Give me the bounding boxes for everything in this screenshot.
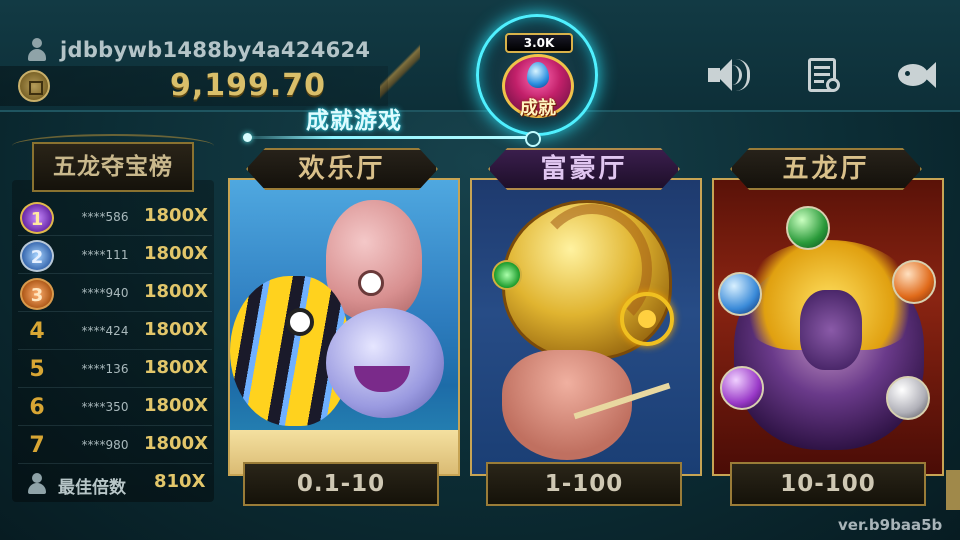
room-title-five-dragons: 五龙厅 [730, 148, 922, 190]
best-multiplier-value: 810X [154, 471, 206, 492]
achievement-game-link[interactable]: 成就游戏 [306, 101, 402, 135]
rank-number: 5 [29, 357, 45, 382]
target-center [638, 310, 656, 328]
leaderboard-row: 7 ****980 1800X [18, 428, 212, 464]
gem-icon [527, 62, 549, 88]
rank-medal-icon: 1 [20, 202, 54, 234]
coin-icon [18, 70, 50, 102]
player-info: jdbbywb1488by4a424624 [26, 38, 370, 62]
leaderboard-user: ****111 [81, 248, 129, 262]
leaderboard-multiplier: 1800X [144, 433, 208, 454]
leaderboard-multiplier: 1800X [144, 395, 208, 416]
corner-ornament [946, 470, 960, 510]
leaderboard-row: 1 ****586 1800X [18, 200, 212, 236]
pufferfish-character [326, 308, 444, 418]
leaderboard-multiplier: 1800X [144, 205, 208, 226]
room-card-happy[interactable] [228, 178, 460, 476]
room-card-five-dragons[interactable] [712, 178, 944, 476]
room-title-rich: 富豪厅 [488, 148, 680, 190]
squid-eye [358, 270, 384, 296]
leaderboard-user: ****350 [81, 400, 129, 414]
achievement-count: 3.0K [505, 33, 573, 53]
version-label: ver.b9baa5b [838, 516, 943, 534]
green-orb [786, 206, 830, 250]
pointer-dot-end [525, 131, 541, 147]
dragon-face [800, 290, 862, 370]
room-range-rich-button[interactable]: 1-100 [486, 462, 682, 506]
user-icon [28, 473, 46, 495]
leaderboard-title: 五龙夺宝榜 [32, 142, 194, 192]
leaderboard-multiplier: 1800X [144, 281, 208, 302]
leaderboard-user: ****980 [81, 438, 129, 452]
leaderboard-row: 2 ****111 1800X [18, 238, 212, 274]
balance-value: 9,199.70 [170, 68, 327, 103]
sound-icon[interactable] [708, 56, 750, 96]
orange-orb [892, 260, 936, 304]
leaderboard-multiplier: 1800X [144, 357, 208, 378]
leaderboard-row: 4 ****424 1800X [18, 314, 212, 350]
squid-character [326, 200, 422, 320]
user-icon [26, 38, 48, 62]
room-range-five-dragons-button[interactable]: 10-100 [730, 462, 926, 506]
leaderboard-multiplier: 1800X [144, 243, 208, 264]
green-gem-icon [492, 260, 522, 290]
room-card-rich[interactable] [470, 178, 702, 476]
purple-orb [720, 366, 764, 410]
room-range-happy-button[interactable]: 0.1-10 [243, 462, 439, 506]
room-title-happy: 欢乐厅 [246, 148, 438, 190]
achievement-label: 成就 [520, 98, 556, 119]
record-icon[interactable] [806, 56, 848, 96]
rank-number: 6 [29, 395, 45, 420]
achievement-pointer-line [246, 136, 534, 139]
white-orb [886, 376, 930, 420]
leaderboard-row: 3 ****940 1800X [18, 276, 212, 312]
leaderboard-best-row: 最佳倍数 810X [18, 466, 212, 502]
rank-number: 4 [29, 319, 45, 344]
leaderboard-user: ****424 [81, 324, 129, 338]
angelfish-eye [286, 308, 314, 336]
blue-orb [718, 272, 762, 316]
leaderboard-user: ****136 [81, 362, 129, 376]
pointer-dot-start [243, 133, 252, 142]
fish-icon[interactable] [894, 56, 936, 96]
leaderboard-user: ****586 [81, 210, 129, 224]
leaderboard-user: ****940 [81, 286, 129, 300]
rank-medal-icon: 3 [20, 278, 54, 310]
leaderboard-row: 5 ****136 1800X [18, 352, 212, 388]
leaderboard-row: 6 ****350 1800X [18, 390, 212, 426]
leaderboard-multiplier: 1800X [144, 319, 208, 340]
username: jdbbywb1488by4a424624 [60, 38, 371, 62]
best-multiplier-label: 最佳倍数 [58, 478, 126, 498]
rank-medal-icon: 2 [20, 240, 54, 272]
rank-number: 7 [29, 433, 45, 458]
